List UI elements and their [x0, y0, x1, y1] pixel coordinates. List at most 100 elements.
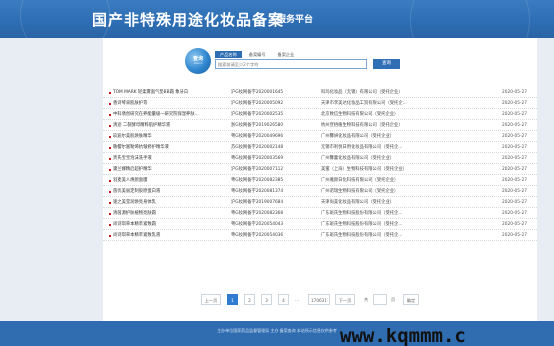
search-logo-sublabel: Search	[193, 62, 203, 65]
list-item[interactable]: 黛兰娜精启超护精华 沪G妆网备字2020007112 美蜜（上海）生物科技有限公司（…	[103, 164, 537, 175]
company-name: 广州雅颜日化科技有限公司（受托企业）	[321, 178, 399, 183]
product-name-link[interactable]: 尚诗琪草本精萃紧致乳液	[113, 230, 225, 241]
bullet-icon	[109, 92, 111, 94]
search-tab[interactable]: 产品名称	[215, 51, 242, 58]
page-number[interactable]: 1	[227, 294, 238, 305]
record-date: 2020-05-27	[502, 112, 527, 117]
page-subtitle: 服务平台	[277, 15, 314, 25]
bullet-icon	[109, 114, 111, 116]
page-number[interactable]: 2	[244, 294, 255, 305]
product-name-link[interactable]: 茵优美丽定制胶原蛋白液	[113, 186, 225, 197]
last-page-number[interactable]: 170631	[308, 294, 330, 305]
list-item[interactable]: 速之美莹润焕亮身体乳 沪G妆网备字2019007684 天津尚美化妆品有限公司（受托…	[103, 197, 537, 208]
search-tab[interactable]: 备案编号	[244, 51, 271, 58]
page-number[interactable]: 3	[261, 294, 272, 305]
goto-page-input[interactable]	[373, 294, 387, 305]
bullet-icon	[109, 191, 111, 193]
bullet-icon	[109, 235, 111, 237]
record-date: 2020-05-27	[502, 200, 527, 205]
list-item[interactable]: 玖逅尔美肌焕肤精华 粤G妆网备字2020049696 广州馨妍化妆品有限公司（受托企…	[103, 131, 537, 142]
registration-number: 粤G妆网备字2020054043	[231, 222, 284, 227]
product-name-link[interactable]: 羽麦美人焕颜面膜	[113, 175, 225, 186]
record-date: 2020-05-27	[502, 167, 527, 172]
watermark: www.kqmmm.c	[340, 325, 466, 346]
list-item[interactable]: 香诗琴采肌肤护膏 沪G妆网备字2020005092 天津市李美达化妆品工贸有限公司（…	[103, 98, 537, 109]
page-number[interactable]: 4	[278, 294, 289, 305]
product-name-link[interactable]: 清迹 二裂酵母精粹肌护精华液	[113, 120, 225, 131]
registration-number: 粤G妆网备字2020049696	[231, 134, 284, 139]
company-name: 美蜜（上海）生物科技有限公司（受托企业）	[321, 167, 407, 172]
record-date: 2020-05-27	[502, 90, 527, 95]
registration-number: 沪G妆网备字2020007112	[231, 167, 284, 172]
banner-decoration	[410, 0, 530, 38]
goto-button[interactable]: 确定	[403, 294, 419, 305]
company-name: 广东斑氏生物科技股份有限公司（受托企...	[321, 222, 403, 227]
company-name: 广州诺瑞生物科技有限公司（受托企业）	[321, 189, 399, 194]
record-date: 2020-05-27	[502, 222, 527, 227]
pagination: 上一页 1 2 3 4 ... 170631 下一页 共 页 确定	[103, 294, 537, 306]
list-item[interactable]: 贵氏宝宝泡沫洗手液 粤G妆网备字2020003569 广州馨蕾化妆品有限公司（受托企…	[103, 153, 537, 164]
search-tab[interactable]: 备案企业	[273, 51, 300, 58]
page-ellipsis: ...	[295, 297, 299, 302]
search-input[interactable]	[215, 59, 367, 69]
search-logo-icon: 查询 Search	[185, 48, 211, 74]
list-item[interactable]: 尚诗琪草本精萃紧致霜 粤G妆网备字2020054043 广东斑氏生物科技股份有限公司…	[103, 219, 537, 230]
product-name-link[interactable]: 中科翡创研究在养能量级一研究院保湿养肤...	[113, 109, 225, 120]
next-page-button[interactable]: 下一页	[335, 294, 355, 305]
record-date: 2020-05-27	[502, 145, 527, 150]
bullet-icon	[109, 169, 111, 171]
product-name-link[interactable]: TOM MARK 轻柔雾面气垫BB霜 象牙白	[113, 87, 225, 98]
registration-number: 粤G妆网备字2020003569	[231, 156, 284, 161]
footer: 主办单位国家药品监督管理局 主办 备案查询 本站所示信息仅供参考	[0, 321, 554, 346]
record-date: 2020-05-27	[502, 178, 527, 183]
product-name-link[interactable]: 玖逅尔美肌焕肤精华	[113, 131, 225, 142]
list-item[interactable]: 羽麦美人焕颜面膜 粤G妆网备字2020082385 广州雅颜日化科技有限公司（受托企…	[103, 175, 537, 186]
company-name: 科玛化妆品（无锡）有限公司（受托企业）	[321, 90, 403, 95]
record-date: 2020-05-27	[502, 101, 527, 106]
bullet-icon	[109, 103, 111, 105]
registration-number: 沪G妆网备字2020001645	[231, 90, 284, 95]
bullet-icon	[109, 202, 111, 204]
record-date: 2020-05-27	[502, 123, 527, 128]
search-logo-label: 查询	[192, 56, 203, 62]
record-list: TOM MARK 轻柔雾面气垫BB霜 象牙白 沪G妆网备字2020001645 科玛…	[103, 87, 537, 241]
bullet-icon	[109, 180, 111, 182]
product-name-link[interactable]: 贵氏宝宝泡沫洗手液	[113, 153, 225, 164]
company-name: 广州馨妍化妆品有限公司（受托企业）	[321, 134, 395, 139]
search-area: 查询 Search 产品名称备案编号备案企业 查询	[103, 38, 537, 86]
list-item[interactable]: 中科翡创研究在养能量级一研究院保湿养肤... 沪G妆网备字2020002535 北京…	[103, 109, 537, 120]
record-date: 2020-05-27	[502, 189, 527, 194]
list-item[interactable]: 敬樱尔富勒烯抗皱修护精华液 苏G妆网备字2020002148 无锡市利悦日用化妆品有…	[103, 142, 537, 153]
list-item[interactable]: 清迹 二裂酵母精粹肌护精华液 浙G妆网备字2019026580 杭州宣梧植生物科技有…	[103, 120, 537, 131]
list-item[interactable]: 尚诗琪草本精萃紧致乳液 粤G妆网备字2020054036 广东斑氏生物科技股份有限公…	[103, 230, 537, 241]
bullet-icon	[109, 224, 111, 226]
product-name-link[interactable]: 清茵源护肤植物亮肤霜	[113, 208, 225, 219]
registration-number: 苏G妆网备字2020002148	[231, 145, 284, 150]
prev-page-button[interactable]: 上一页	[201, 294, 221, 305]
product-name-link[interactable]: 敬樱尔富勒烯抗皱修护精华液	[113, 142, 225, 153]
goto-suffix: 页	[391, 297, 396, 302]
main-panel: 查询 Search 产品名称备案编号备案企业 查询 TOM MARK 轻柔雾面气…	[103, 38, 537, 321]
registration-number: 沪G妆网备字2020002535	[231, 112, 284, 117]
company-name: 广州馨蕾化妆品有限公司（受托企业）	[321, 156, 395, 161]
product-name-link[interactable]: 速之美莹润焕亮身体乳	[113, 197, 225, 208]
product-name-link[interactable]: 尚诗琪草本精萃紧致霜	[113, 219, 225, 230]
search-button[interactable]: 查询	[373, 59, 400, 69]
company-name: 广东斑氏生物科技股份有限公司（受托企...	[321, 211, 403, 216]
record-date: 2020-05-27	[502, 233, 527, 238]
product-name-link[interactable]: 黛兰娜精启超护精华	[113, 164, 225, 175]
registration-number: 沪G妆网备字2020005092	[231, 101, 284, 106]
bullet-icon	[109, 158, 111, 160]
footer-text: 主办单位国家药品监督管理局 主办 备案查询 本站所示信息仅供参考	[217, 328, 337, 333]
header-banner: 国产非特殊用途化妆品备案 服务平台	[0, 0, 554, 38]
list-item[interactable]: 茵优美丽定制胶原蛋白液 粤G妆网备字2020081374 广州诺瑞生物科技有限公司（…	[103, 186, 537, 197]
registration-number: 浙G妆网备字2019026580	[231, 123, 284, 128]
company-name: 无锡市利悦日用化妆品有限公司（受托企...	[321, 145, 403, 150]
registration-number: 粤G妆网备字2020054036	[231, 233, 284, 238]
list-item[interactable]: TOM MARK 轻柔雾面气垫BB霜 象牙白 沪G妆网备字2020001645 科玛…	[103, 87, 537, 98]
bullet-icon	[109, 136, 111, 138]
goto-label: 共	[364, 297, 369, 302]
list-item[interactable]: 清茵源护肤植物亮肤霜 粤G妆网备字2020082368 广东斑氏生物科技股份有限公司…	[103, 208, 537, 219]
product-name-link[interactable]: 香诗琴采肌肤护膏	[113, 98, 225, 109]
bullet-icon	[109, 125, 111, 127]
